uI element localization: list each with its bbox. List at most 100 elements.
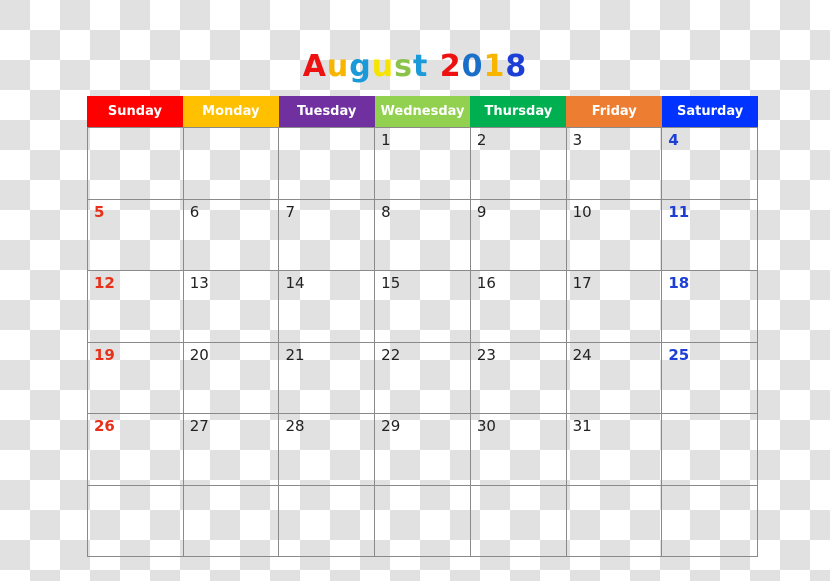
day-number: 16 [476,274,496,292]
day-cell[interactable]: 12 [88,271,184,343]
day-number: 10 [572,202,592,221]
day-cell[interactable] [183,485,280,557]
day-number: 1 [381,131,391,149]
day-number: 14 [285,274,305,292]
day-cell[interactable] [662,485,759,557]
day-number: 5 [94,202,105,221]
day-cell[interactable]: 27 [183,414,280,486]
title-letter: 1 [483,49,506,84]
day-cell[interactable] [375,485,471,557]
day-cell[interactable] [470,485,567,557]
calendar-title: August 2018 [0,49,830,84]
day-cell[interactable]: 28 [279,414,376,486]
day-cell[interactable] [566,485,663,557]
day-cell[interactable]: 6 [183,199,280,271]
day-number: 2 [476,131,487,149]
day-cell[interactable] [88,128,184,200]
day-number: 27 [189,417,209,435]
day-number: 26 [94,417,115,435]
title-letter: u [326,49,350,84]
day-number: 22 [381,345,401,364]
weekday-friday: Friday [566,96,663,127]
day-cell[interactable]: 5 [88,199,184,271]
day-cell[interactable]: 26 [88,414,184,486]
day-number: 4 [668,131,679,149]
day-number: 13 [189,274,209,292]
day-number: 6 [189,202,200,221]
title-letter [428,49,439,84]
day-number: 21 [285,345,305,364]
day-cell[interactable]: 13 [183,271,280,343]
day-cell[interactable]: 19 [88,342,184,414]
day-cell[interactable]: 15 [375,271,471,343]
title-letter: s [394,49,413,84]
day-cell[interactable]: 3 [566,128,663,200]
day-number: 7 [285,202,295,221]
day-cell[interactable]: 23 [470,342,567,414]
day-cell[interactable]: 4 [662,128,759,200]
day-number: 23 [476,345,496,364]
day-number: 31 [572,417,592,435]
weekday-monday: Monday [182,96,279,127]
weekday-thursday: Thursday [470,96,567,127]
day-cell[interactable]: 25 [662,342,759,414]
day-cell[interactable]: 2 [470,128,567,200]
day-cell[interactable] [279,485,376,557]
day-number: 19 [94,345,115,364]
calendar: Sunday Monday Tuesday Wednesday Thursday Frid… [87,96,759,557]
day-cell[interactable]: 8 [375,199,471,271]
title-letter: g [349,49,372,84]
day-cell[interactable]: 24 [566,342,663,414]
day-number: 18 [668,274,690,292]
day-cell[interactable]: 10 [566,199,663,271]
weekday-header: Sunday Monday Tuesday Wednesday Thursday Frid… [87,96,759,127]
week-row: 12 13 14 15 16 17 18 [88,271,759,343]
day-number: 8 [381,202,391,221]
day-number: 24 [572,345,592,364]
day-cell[interactable]: 14 [279,271,376,343]
day-cell[interactable]: 29 [375,414,471,486]
day-cell[interactable]: 16 [470,271,567,343]
week-row [88,485,759,557]
day-number: 9 [476,202,487,221]
title-letter: A [302,49,327,84]
day-cell[interactable]: 17 [566,271,663,343]
day-number: 25 [668,345,690,364]
weekday-sunday: Sunday [87,96,183,127]
weekday-wednesday: Wednesday [374,96,471,127]
title-letter: 0 [461,49,484,84]
title-letter: t [412,49,429,84]
day-number: 3 [572,131,583,149]
day-number: 28 [285,417,305,435]
day-cell[interactable]: 7 [279,199,376,271]
day-cell[interactable] [279,128,376,200]
day-number: 20 [189,345,209,364]
title-letter: 2 [439,49,462,84]
day-number: 29 [381,417,401,435]
day-cell[interactable]: 31 [566,414,663,486]
week-row: 5 6 7 8 9 10 11 [88,199,759,271]
day-cell[interactable]: 9 [470,199,567,271]
day-cell[interactable] [183,128,280,200]
calendar-grid: 1 2 3 4 5 6 7 8 9 10 11 12 13 14 15 16 17 18 19 20 21 22 23 24 2… [87,127,759,557]
day-number: 15 [381,274,401,292]
title-letter: 8 [505,49,528,84]
weekday-saturday: Saturday [662,96,759,127]
day-number: 12 [94,274,115,292]
day-cell[interactable]: 22 [375,342,471,414]
day-cell[interactable]: 18 [662,271,759,343]
week-row: 19 20 21 22 23 24 25 [88,342,759,414]
day-number: 30 [476,417,496,435]
day-cell[interactable]: 21 [279,342,376,414]
day-cell[interactable]: 1 [375,128,471,200]
day-cell[interactable] [662,414,759,486]
title-letter: u [371,49,395,84]
day-cell[interactable]: 20 [183,342,280,414]
week-row: 26 27 28 29 30 31 [88,414,759,486]
day-cell[interactable]: 30 [470,414,567,486]
weekday-tuesday: Tuesday [278,96,375,127]
day-cell[interactable]: 11 [662,199,759,271]
week-row: 1 2 3 4 [88,128,759,200]
day-number: 11 [668,202,690,221]
day-cell[interactable] [88,485,184,557]
